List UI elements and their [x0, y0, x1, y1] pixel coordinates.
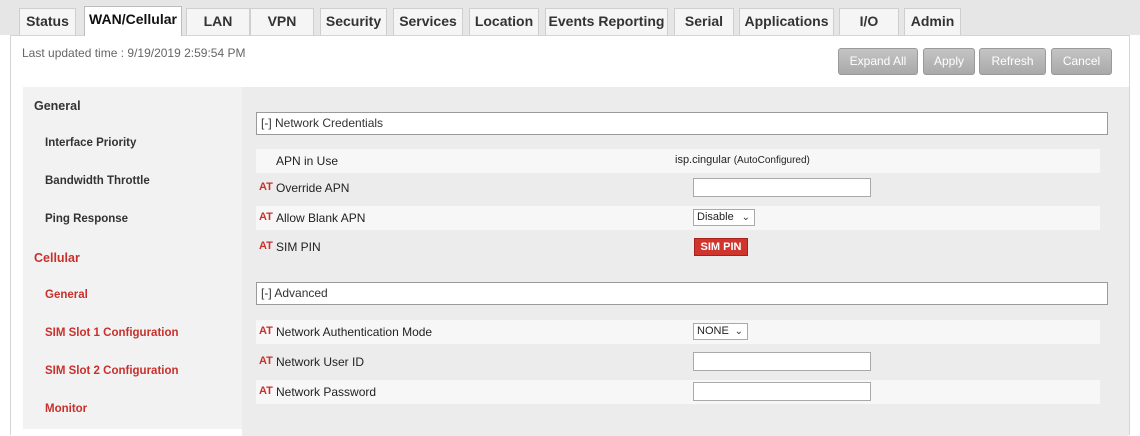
- password-input[interactable]: [693, 382, 871, 401]
- at-command-indicator: AT: [259, 385, 273, 397]
- sim-pin-row: AT SIM PIN SIM PIN: [256, 235, 1100, 259]
- sidebar-item-label: General: [34, 99, 81, 113]
- user-id-input[interactable]: [693, 352, 871, 371]
- chevron-down-icon: ⌄: [741, 212, 750, 223]
- sim-pin-label: SIM PIN: [276, 240, 321, 254]
- auth-mode-selected-value: NONE: [697, 325, 729, 337]
- override-apn-label: Override APN: [276, 181, 350, 195]
- allow-blank-apn-label: Allow Blank APN: [276, 211, 366, 225]
- cancel-button[interactable]: Cancel: [1051, 48, 1112, 75]
- tab-serial[interactable]: Serial: [674, 8, 734, 35]
- sidebar-item-label: Ping Response: [45, 213, 129, 225]
- allow-blank-apn-row: AT Allow Blank APN Disable ⌄: [256, 206, 1100, 230]
- allow-blank-apn-selected-value: Disable: [697, 211, 734, 223]
- apn-in-use-row: APN in Use isp.cingular (AutoConfigured): [256, 149, 1100, 173]
- user-id-row: AT Network User ID: [256, 350, 1100, 374]
- tab-events-reporting[interactable]: Events Reporting: [545, 8, 668, 35]
- content-area: [-] Network Credentials APN in Use isp.c…: [242, 87, 1129, 436]
- network-credentials-section-header[interactable]: [-] Network Credentials: [256, 112, 1108, 135]
- chevron-down-icon: ⌄: [734, 326, 743, 337]
- apn-in-use-value-group: isp.cingular (AutoConfigured): [675, 154, 810, 166]
- password-label: Network Password: [276, 385, 377, 399]
- apply-button[interactable]: Apply: [923, 48, 975, 75]
- sidebar-item-cellular-general[interactable]: General: [23, 277, 242, 315]
- apn-autoconfigured-note: (AutoConfigured): [733, 155, 810, 166]
- password-row: AT Network Password: [256, 380, 1100, 404]
- tab-security[interactable]: Security: [320, 8, 387, 35]
- auth-mode-row: AT Network Authentication Mode NONE ⌄: [256, 320, 1100, 344]
- at-command-indicator: AT: [259, 240, 273, 252]
- sidebar-item-label: Cellular: [34, 251, 80, 265]
- sidebar-item-monitor[interactable]: Monitor: [23, 391, 242, 429]
- allow-blank-apn-select[interactable]: Disable ⌄: [693, 209, 755, 226]
- top-tab-bar: Status WAN/Cellular LAN VPN Security Ser…: [0, 0, 1140, 36]
- tab-lan[interactable]: LAN: [186, 8, 250, 35]
- sidebar-item-label: Monitor: [45, 403, 88, 415]
- last-updated-text: Last updated time : 9/19/2019 2:59:54 PM: [22, 46, 246, 60]
- main-panel: Last updated time : 9/19/2019 2:59:54 PM…: [10, 35, 1130, 436]
- tab-wan-cellular[interactable]: WAN/Cellular: [84, 6, 182, 36]
- user-id-label: Network User ID: [276, 355, 365, 369]
- tab-io[interactable]: I/O: [839, 8, 899, 35]
- sidebar-item-label: SIM Slot 2 Configuration: [45, 365, 179, 377]
- sidebar-item-label: SIM Slot 1 Configuration: [45, 327, 179, 339]
- sidebar-item-ping-response[interactable]: Ping Response: [23, 201, 242, 239]
- sidebar-item-sim-slot-2[interactable]: SIM Slot 2 Configuration: [23, 353, 242, 391]
- sidebar-item-general[interactable]: General: [23, 87, 242, 125]
- auth-mode-label: Network Authentication Mode: [276, 325, 433, 339]
- at-command-indicator: AT: [259, 181, 273, 193]
- sidebar-item-cellular[interactable]: Cellular: [23, 239, 242, 277]
- sidebar-item-label: Bandwidth Throttle: [45, 175, 150, 187]
- auth-mode-select[interactable]: NONE ⌄: [693, 323, 748, 340]
- advanced-section-header[interactable]: [-] Advanced: [256, 282, 1108, 305]
- refresh-button[interactable]: Refresh: [979, 48, 1046, 75]
- at-command-indicator: AT: [259, 211, 273, 223]
- at-command-indicator: AT: [259, 325, 273, 337]
- override-apn-input[interactable]: [693, 178, 871, 197]
- apn-in-use-value: isp.cingular: [675, 154, 731, 166]
- tab-location[interactable]: Location: [469, 8, 539, 35]
- tab-vpn[interactable]: VPN: [250, 8, 314, 35]
- sidebar-item-bandwidth-throttle[interactable]: Bandwidth Throttle: [23, 163, 242, 201]
- sidebar-item-label: Interface Priority: [45, 137, 137, 149]
- tab-status[interactable]: Status: [19, 8, 76, 35]
- sidebar-item-label: General: [45, 289, 88, 301]
- expand-all-button[interactable]: Expand All: [838, 48, 918, 75]
- apn-in-use-label: APN in Use: [276, 154, 339, 168]
- tab-applications[interactable]: Applications: [739, 8, 834, 35]
- sidebar: General Interface Priority Bandwidth Thr…: [23, 87, 243, 436]
- tab-services[interactable]: Services: [393, 8, 463, 35]
- override-apn-row: AT Override APN: [256, 176, 1100, 200]
- tab-admin[interactable]: Admin: [904, 8, 961, 35]
- sidebar-item-interface-priority[interactable]: Interface Priority: [23, 125, 242, 163]
- at-command-indicator: AT: [259, 355, 273, 367]
- sim-pin-button[interactable]: SIM PIN: [694, 238, 748, 256]
- sidebar-item-sim-slot-1[interactable]: SIM Slot 1 Configuration: [23, 315, 242, 353]
